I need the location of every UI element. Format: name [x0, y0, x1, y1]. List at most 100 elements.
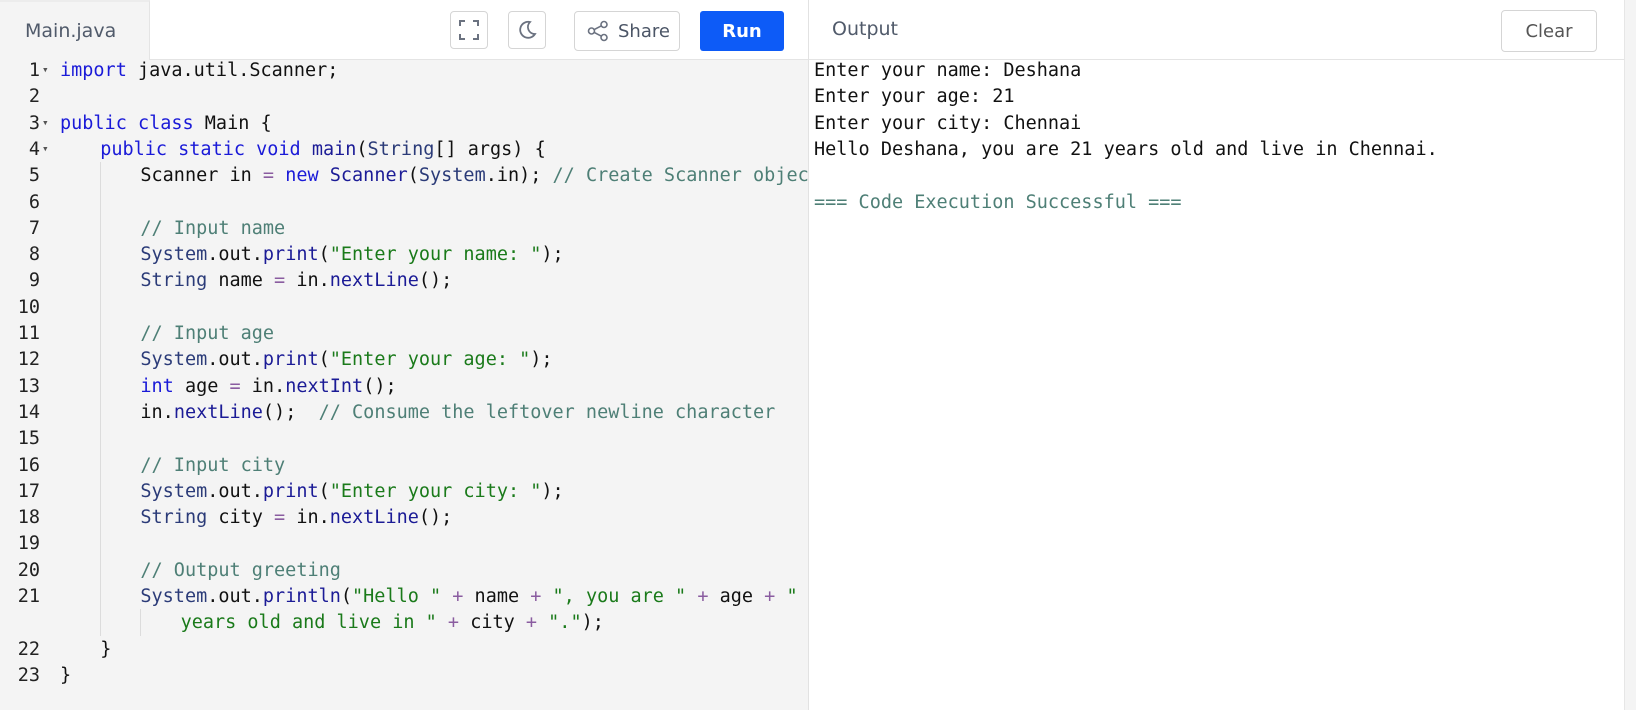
execution-status-line: === Code Execution Successful === [814, 191, 1182, 213]
code-line: 5 Scanner in = new Scanner(System.in); //… [0, 162, 809, 190]
indent-guide [100, 556, 102, 584]
page-scrollbar[interactable] [1624, 0, 1636, 710]
code-line: 16 // Input city [0, 451, 808, 479]
editor-toolbar: Main.java Share Run [0, 0, 808, 60]
line-number: 22 [17, 638, 40, 660]
line-number: 20 [17, 559, 40, 581]
indent-guide [140, 609, 142, 637]
code-line: 19 [0, 530, 808, 558]
share-label: Share [618, 20, 670, 42]
code-line: 4 ▾ public static void main(String[] args)… [0, 136, 808, 163]
code-text: String city = in.nextLine(); [140, 507, 453, 529]
fold-arrow-icon[interactable]: ▾ [42, 56, 49, 83]
line-number: 8 [28, 244, 40, 266]
code-line: 20 // Output greeting [0, 556, 808, 584]
theme-toggle-button[interactable] [508, 11, 546, 49]
indent-guide [100, 372, 102, 400]
line-number: 1 [28, 60, 40, 81]
code-text: System.out.print("Enter your age: "); [140, 349, 553, 371]
indent-guide [100, 609, 102, 637]
code-text: int age = in.nextInt(); [140, 375, 397, 397]
line-number: 21 [17, 586, 40, 607]
line-number: 16 [17, 454, 40, 476]
line-number: 5 [28, 165, 40, 187]
line-number: 12 [17, 349, 40, 371]
clear-button[interactable]: Clear [1501, 10, 1597, 52]
code-line: 1 ▾ import java.util.Scanner; [0, 57, 808, 84]
indent-guide [100, 583, 102, 610]
fullscreen-button[interactable] [450, 11, 488, 49]
line-number: 10 [17, 296, 40, 318]
file-tab-label: Main.java [25, 20, 117, 42]
share-button[interactable]: Share [574, 11, 680, 51]
code-line: years old and live in " + city + "."); [0, 609, 808, 637]
code-line: 17 System.out.print("Enter your city: "); [0, 477, 808, 505]
share-icon [587, 20, 608, 42]
indent-guide [100, 346, 102, 374]
code-text: import java.util.Scanner; [60, 60, 339, 81]
code-line: 15 [0, 425, 808, 453]
line-number: 13 [17, 375, 40, 397]
line-number: 2 [28, 86, 40, 108]
code-text: } [60, 664, 72, 686]
line-number: 11 [17, 323, 40, 344]
line-number: 7 [28, 217, 40, 239]
code-text: // Input city [140, 454, 286, 476]
indent-guide [100, 398, 102, 426]
run-button[interactable]: Run [700, 11, 784, 51]
line-number: 15 [17, 428, 40, 450]
code-text: System.out.print("Enter your name: "); [140, 244, 564, 266]
code-line: 13 int age = in.nextInt(); [0, 372, 808, 400]
output-pane: Output Clear Enter your name: Deshana Ent… [809, 0, 1624, 710]
indent-guide [100, 188, 102, 216]
code-text: // Output greeting [140, 559, 341, 581]
output-header: Output Clear [809, 0, 1624, 60]
file-tab-main-java[interactable]: Main.java [0, 0, 150, 60]
line-number: 6 [28, 191, 40, 213]
indent-guide [100, 267, 102, 295]
line-number: 4 [28, 138, 40, 160]
code-line: 3 ▾ public class Main { [0, 110, 808, 137]
code-text: public static void main(String[] args) { [100, 138, 546, 160]
indent-guide [100, 293, 102, 321]
code-line: 12 System.out.print("Enter your age: "); [0, 346, 808, 374]
line-number: 18 [17, 507, 40, 529]
code-line: 11 // Input age [0, 320, 808, 347]
code-text: System.out.println("Hello " + name + ", … [140, 586, 798, 607]
code-line: 2 [0, 83, 808, 110]
code-text: Scanner in = new Scanner(System.in); // … [140, 165, 809, 187]
line-number: 19 [17, 533, 40, 555]
editor-pane: Main.java Share Run 1 ▾ import java.util… [0, 0, 809, 710]
code-text: } [100, 638, 112, 660]
output-title: Output [832, 18, 898, 40]
code-text: String name = in.nextLine(); [140, 270, 453, 292]
line-number: 23 [17, 664, 40, 686]
indent-guide [100, 504, 102, 532]
code-line: 7 // Input name [0, 214, 808, 242]
code-text: // Input age [140, 323, 275, 344]
line-number: 14 [17, 401, 40, 423]
code-text: public class Main { [60, 112, 272, 134]
line-number: 3 [28, 112, 40, 134]
fold-arrow-icon[interactable]: ▾ [42, 135, 49, 162]
code-line: 6 [0, 188, 808, 216]
code-editor[interactable]: 1 ▾ import java.util.Scanner; 2 3 ▾ public cla… [0, 60, 808, 710]
code-line: 23} [0, 662, 808, 689]
code-text: in.nextLine(); // Consume the leftover n… [140, 401, 776, 423]
output-line: Hello Deshana, you are 21 years old and … [814, 138, 1438, 160]
indent-guide [100, 320, 102, 347]
indent-guide [100, 162, 102, 190]
indent-guide [100, 425, 102, 453]
code-line: 22} [0, 636, 808, 663]
clear-label: Clear [1525, 20, 1573, 42]
indent-guide [100, 241, 102, 269]
moon-icon [519, 20, 537, 39]
indent-guide [100, 214, 102, 242]
run-label: Run [722, 20, 762, 42]
code-line: 21 System.out.println("Hello " + name + "… [0, 583, 808, 610]
indent-guide [100, 530, 102, 558]
code-line: 9 String name = in.nextLine(); [0, 267, 808, 295]
fullscreen-icon [459, 20, 479, 40]
line-number: 17 [17, 480, 40, 502]
fold-arrow-icon[interactable]: ▾ [42, 109, 49, 136]
